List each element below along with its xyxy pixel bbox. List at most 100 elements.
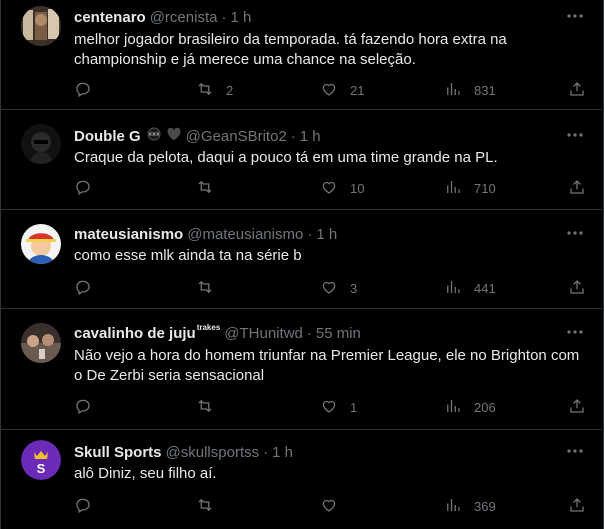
- views-count: 710: [474, 180, 496, 196]
- reply-button[interactable]: [74, 496, 92, 516]
- views-button[interactable]: 206: [444, 397, 496, 417]
- views-count: 206: [474, 399, 496, 415]
- handle[interactable]: @GeanSBrito2: [186, 128, 287, 145]
- more-icon[interactable]: [566, 9, 584, 23]
- svg-text:S: S: [37, 461, 46, 476]
- handle[interactable]: @rcenista: [150, 9, 218, 26]
- reply-icon: [74, 178, 92, 199]
- reply-icon: [74, 80, 92, 101]
- tweet-text: como esse mlk ainda ta na série b: [74, 247, 302, 264]
- share-button[interactable]: [568, 496, 586, 516]
- timestamp[interactable]: 1 h: [230, 9, 251, 26]
- handle[interactable]: @skullsportss: [166, 444, 260, 461]
- like-button[interactable]: 3: [320, 278, 357, 298]
- timestamp[interactable]: 55 min: [316, 325, 361, 342]
- like-icon: [320, 80, 338, 101]
- avatar[interactable]: [21, 323, 61, 363]
- retweet-button[interactable]: [196, 178, 214, 198]
- display-name[interactable]: Double G: [74, 128, 141, 145]
- share-button[interactable]: [568, 278, 586, 298]
- retweet-button[interactable]: 2: [196, 80, 233, 100]
- like-icon: [320, 397, 338, 418]
- black-heart-icon: [166, 127, 182, 145]
- retweet-button[interactable]: [196, 496, 214, 516]
- retweet-button[interactable]: [196, 278, 214, 298]
- reply-icon: [74, 278, 92, 299]
- like-icon: [320, 496, 338, 517]
- more-icon[interactable]: [566, 226, 584, 240]
- share-icon: [568, 496, 586, 517]
- reply-button[interactable]: [74, 397, 92, 417]
- like-icon: [320, 178, 338, 199]
- like-button[interactable]: 1: [320, 397, 357, 417]
- name-superscript: trakes: [196, 322, 221, 332]
- ninja-emoji-icon: [147, 127, 161, 145]
- tweet-header: mateusianismo @mateusianismo · 1 h: [74, 224, 337, 244]
- separator-dot: ·: [263, 443, 269, 461]
- views-icon: [444, 80, 462, 101]
- tweet-text: melhor jogador brasileiro da temporada. …: [74, 31, 507, 68]
- share-button[interactable]: [568, 80, 586, 100]
- avatar[interactable]: S: [21, 440, 61, 480]
- separator-dot: ·: [290, 127, 296, 145]
- share-button[interactable]: [568, 178, 586, 198]
- timestamp[interactable]: 1 h: [300, 128, 321, 145]
- display-name[interactable]: Skull Sports: [74, 444, 162, 461]
- reply-button[interactable]: [74, 178, 92, 198]
- reply-button[interactable]: [74, 278, 92, 298]
- more-icon[interactable]: [566, 444, 584, 458]
- more-icon[interactable]: [566, 128, 584, 142]
- display-name[interactable]: centenaro: [74, 9, 146, 26]
- reply-button[interactable]: [74, 80, 104, 100]
- tweet-actions: 2 21 831: [74, 80, 594, 100]
- tweet-card[interactable]: Double G @GeanSBrito2 · 1 h Craque da pe…: [1, 110, 602, 210]
- views-icon: [444, 397, 462, 418]
- more-icon[interactable]: [566, 325, 584, 339]
- avatar[interactable]: [21, 224, 61, 264]
- tweet-header: centenaro @rcenista · 1 h: [74, 7, 251, 27]
- tweet-card[interactable]: mateusianismo @mateusianismo · 1 h como …: [1, 210, 602, 309]
- display-name[interactable]: cavalinho de juju: [74, 325, 196, 342]
- share-icon: [568, 80, 586, 101]
- timestamp[interactable]: 1 h: [272, 444, 293, 461]
- tweet-actions: 10 710: [74, 178, 594, 198]
- tweet-card[interactable]: centenaro @rcenista · 1 h melhor jogador…: [1, 0, 602, 110]
- reply-icon: [74, 496, 92, 517]
- avatar[interactable]: [21, 124, 61, 164]
- display-name[interactable]: mateusianismo: [74, 226, 183, 243]
- like-button[interactable]: [320, 496, 338, 516]
- views-button[interactable]: 441: [444, 278, 496, 298]
- tweet-text: Não vejo a hora do homem triunfar na Pre…: [74, 347, 580, 384]
- tweet-card[interactable]: cavalinho de juju trakes @THunitwd · 55 …: [1, 309, 602, 430]
- tweet-header: Double G @GeanSBrito2 · 1 h: [74, 126, 321, 146]
- timestamp[interactable]: 1 h: [316, 226, 337, 243]
- like-button[interactable]: 10: [320, 178, 364, 198]
- handle[interactable]: @mateusianismo: [187, 226, 303, 243]
- name-emojis: [147, 127, 182, 145]
- views-button[interactable]: 369: [444, 496, 496, 516]
- retweet-icon: [196, 278, 214, 299]
- tweet-card[interactable]: S Skull Sports @skullsportss · 1 h alô D…: [1, 430, 602, 529]
- like-count: 21: [350, 82, 365, 98]
- retweet-icon: [196, 80, 214, 101]
- views-button[interactable]: 710: [444, 178, 496, 198]
- retweet-icon: [196, 496, 214, 517]
- share-button[interactable]: [568, 397, 586, 417]
- like-count: 3: [350, 280, 358, 296]
- tweet-text: Craque da pelota, daqui a pouco tá em um…: [74, 149, 498, 166]
- views-button[interactable]: 831: [444, 80, 496, 100]
- tweet-header: cavalinho de juju trakes @THunitwd · 55 …: [74, 323, 361, 343]
- retweet-button[interactable]: [196, 397, 214, 417]
- separator-dot: ·: [306, 324, 312, 342]
- share-icon: [568, 278, 586, 299]
- like-button[interactable]: 21: [320, 80, 364, 100]
- tweet-actions: 369: [74, 496, 594, 516]
- handle[interactable]: @THunitwd: [224, 325, 303, 342]
- views-icon: [444, 496, 462, 517]
- views-icon: [444, 178, 462, 199]
- separator-dot: ·: [221, 8, 227, 26]
- views-count: 369: [474, 498, 496, 514]
- tweet-header: Skull Sports @skullsportss · 1 h: [74, 442, 293, 462]
- views-icon: [444, 278, 462, 299]
- avatar[interactable]: [21, 6, 61, 46]
